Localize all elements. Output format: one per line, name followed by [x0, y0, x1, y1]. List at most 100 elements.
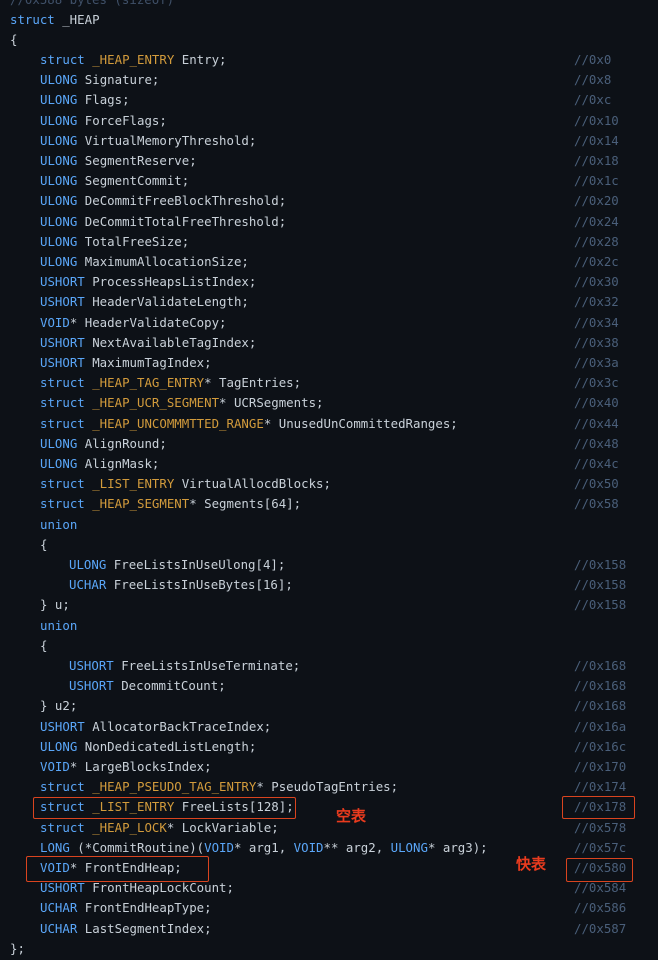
text-token: { — [40, 536, 48, 552]
code-line: { — [0, 30, 658, 50]
code-text: UCHAR FreeListsInUseBytes[16]; — [69, 575, 293, 595]
text-token: Signature; — [77, 72, 160, 88]
code-text: ULONG Signature; — [40, 70, 159, 90]
keyword-token: USHORT — [40, 274, 85, 290]
code-text: ULONG VirtualMemoryThreshold; — [40, 131, 256, 151]
code-text: ULONG Flags; — [40, 90, 130, 110]
code-text: } u2; — [40, 696, 77, 716]
code-text: ULONG TotalFreeSize; — [40, 232, 189, 252]
code-text: struct _HEAP_LOCK* LockVariable; — [40, 818, 279, 838]
keyword-token: struct — [40, 415, 85, 431]
text-token: * LockVariable; — [166, 819, 279, 835]
code-text: struct _HEAP_UCR_SEGMENT* UCRSegments; — [40, 393, 323, 413]
keyword-token: VOID — [293, 839, 324, 855]
text-token: * UnusedUnCommittedRanges; — [263, 415, 458, 431]
keyword-token: UCHAR — [40, 920, 78, 936]
text-token: Entry; — [174, 51, 227, 67]
code-line: ULONG NonDedicatedListLength; //0x16c — [0, 737, 658, 757]
code-line: struct _HEAP_PSEUDO_TAG_ENTRY* PseudoTag… — [0, 777, 658, 797]
type-token: _HEAP_SEGMENT — [84, 496, 190, 512]
keyword-token: LONG — [40, 839, 70, 855]
keyword-token: VOID — [204, 839, 234, 855]
text-token: ** arg2, — [323, 839, 391, 855]
code-text: UCHAR LastSegmentIndex; — [40, 919, 212, 939]
keyword-token: struct — [40, 375, 85, 391]
offset-comment: //0x0 — [574, 51, 612, 67]
text-token: DeCommitFreeBlockThreshold; — [77, 193, 287, 209]
keyword-token: ULONG — [40, 435, 78, 451]
keyword-token: ULONG — [69, 556, 107, 572]
text-token: NonDedicatedListLength; — [77, 738, 257, 754]
keyword-token: ULONG — [40, 132, 78, 148]
type-token: _HEAP_UCR_SEGMENT — [84, 395, 220, 411]
offset-comment: //0x8 — [574, 72, 612, 88]
frontendheap-annotation: 快表 — [516, 855, 547, 873]
text-token: * LargeBlocksIndex; — [69, 758, 212, 774]
offset-comment: //0x586 — [574, 900, 627, 916]
text-token: SegmentReserve; — [77, 152, 197, 168]
code-text: union — [40, 616, 77, 636]
type-token: _HEAP_TAG_ENTRY — [84, 375, 205, 391]
code-text: USHORT MaximumTagIndex; — [40, 353, 212, 373]
text-token: FrontHeapLockCount; — [84, 880, 234, 896]
text-token: FreeListsInUseUlong[4]; — [106, 556, 286, 572]
text-token: HeaderValidateLength; — [84, 294, 249, 310]
code-line: USHORT AllocatorBackTraceIndex; //0x16a — [0, 717, 658, 737]
code-line: struct _LIST_ENTRY VirtualAllocdBlocks; /… — [0, 474, 658, 494]
keyword-token: USHORT — [40, 880, 85, 896]
text-token: AlignMask; — [77, 455, 160, 471]
offset-comment: //0x587 — [574, 920, 627, 936]
keyword-token: USHORT — [40, 354, 85, 370]
code-line: ULONG AlignMask; //0x4c — [0, 454, 658, 474]
freelists-highlight-box — [33, 797, 296, 819]
keyword-token: ULONG — [40, 213, 78, 229]
code-line: USHORT MaximumTagIndex; //0x3a — [0, 353, 658, 373]
keyword-token: struct — [40, 496, 85, 512]
offset-comment: //0x16a — [574, 718, 627, 734]
offset-comment: //0xc — [574, 92, 612, 108]
offset-comment: //0x10 — [574, 112, 619, 128]
keyword-token: ULONG — [40, 72, 78, 88]
code-text: struct _HEAP_TAG_ENTRY* TagEntries; — [40, 373, 301, 393]
code-line: ULONG Signature; //0x8 — [0, 70, 658, 90]
code-line: struct _HEAP_UCR_SEGMENT* UCRSegments; //… — [0, 393, 658, 413]
text-token: DeCommitTotalFreeThreshold; — [77, 213, 287, 229]
keyword-token: USHORT — [40, 334, 85, 350]
text-token: * arg1, — [233, 839, 294, 855]
type-token: _HEAP_PSEUDO_TAG_ENTRY — [84, 779, 257, 795]
code-text: ULONG AlignRound; — [40, 434, 167, 454]
text-token: AlignRound; — [77, 435, 167, 451]
offset-comment: //0x57c — [574, 839, 627, 855]
code-text: USHORT NextAvailableTagIndex; — [40, 333, 256, 353]
keyword-token: ULONG — [40, 738, 78, 754]
code-text: UCHAR FrontEndHeapType; — [40, 898, 212, 918]
keyword-token: USHORT — [69, 657, 114, 673]
type-token: _LIST_ENTRY — [84, 476, 175, 492]
code-text: { — [40, 535, 47, 555]
offset-comment: //0x14 — [574, 132, 619, 148]
code-line: ULONG SegmentCommit; //0x1c — [0, 171, 658, 191]
text-token: NextAvailableTagIndex; — [84, 334, 257, 350]
offset-comment: //0x1c — [574, 173, 619, 189]
offset-comment: //0x3a — [574, 354, 619, 370]
offset-comment: //0x18 — [574, 152, 619, 168]
code-line: VOID* HeaderValidateCopy; //0x34 — [0, 313, 658, 333]
type-token: _HEAP_UNCOMMMTTED_RANGE — [84, 415, 264, 431]
keyword-token: ULONG — [40, 193, 78, 209]
offset-comment: //0x168 — [574, 678, 627, 694]
code-line: ULONG VirtualMemoryThreshold; //0x14 — [0, 131, 658, 151]
offset-comment: //0x40 — [574, 395, 619, 411]
keyword-token: ULONG — [40, 173, 78, 189]
keyword-token: VOID — [40, 314, 70, 330]
offset-comment: //0x158 — [574, 597, 627, 613]
code-text: USHORT FreeListsInUseTerminate; — [69, 656, 300, 676]
code-line: ULONG DeCommitFreeBlockThreshold; //0x20 — [0, 191, 658, 211]
text-token: MaximumTagIndex; — [84, 354, 212, 370]
text-token: } u; — [40, 597, 70, 613]
code-text: ULONG DeCommitFreeBlockThreshold; — [40, 191, 286, 211]
offset-comment: //0x38 — [574, 334, 619, 350]
offset-comment: //0x30 — [574, 274, 619, 290]
text-token: VirtualAllocdBlocks; — [174, 476, 331, 492]
code-line: LONG (*CommitRoutine)(VOID* arg1, VOID**… — [0, 838, 658, 858]
offset-comment: //0x170 — [574, 758, 627, 774]
